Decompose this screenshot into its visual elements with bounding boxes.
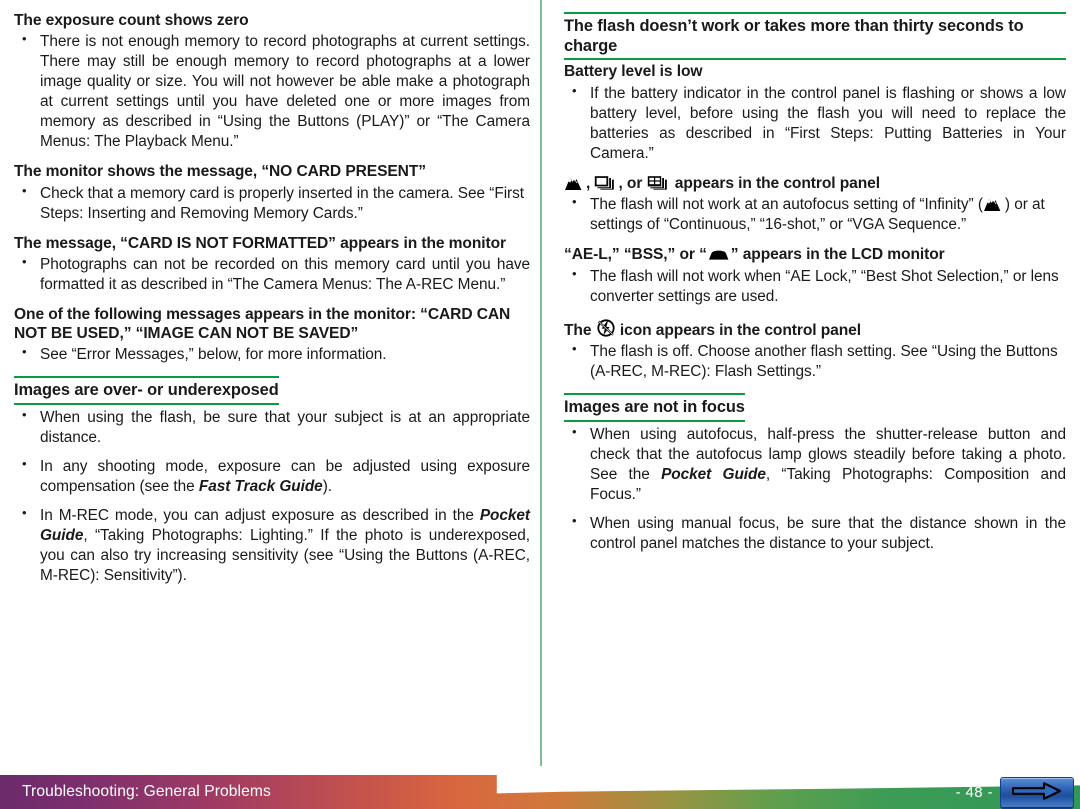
flash-off-icon [596,318,616,338]
bullet-text-post: ). [322,477,333,495]
bullet-list: There is not enough memory to record pho… [14,31,530,152]
lens-converter-icon [707,248,731,262]
bullet-list: The flash is off. Choose another flash s… [564,341,1066,382]
section-flash-off-icon: The icon appears in the control panel Th… [564,318,1066,382]
bullet-list: The flash will not work at an autofocus … [564,194,1066,235]
list-item: In any shooting mode, exposure can be ad… [14,456,530,497]
icon-heading-tail: appears in the control panel [670,174,880,192]
bullet-text-pre: The flash will not work at an autofocus … [590,196,983,214]
left-column: The exposure count shows zero There is n… [0,0,540,766]
list-item: In M-REC mode, you can adjust exposure a… [14,505,530,586]
section-ae-l-bss: “AE-L,” “BSS,” or “ ” appears in the LCD … [564,246,1066,306]
vga-sequence-icon [647,175,671,191]
list-item: The flash will not work when “AE Lock,” … [564,266,1066,307]
page-columns: The exposure count shows zero There is n… [0,0,1080,766]
right-column: The flash doesn’t work or takes more tha… [540,0,1080,766]
icon-heading-sep-2: , or [618,174,647,192]
list-item: The flash is off. Choose another flash s… [564,341,1066,382]
icon-heading-pre: The [564,321,596,339]
section-heading: Battery level is low [564,63,703,81]
section-heading: One of the following messages appears in… [14,306,511,342]
next-page-button[interactable] [1000,777,1074,809]
bullet-list: Photographs can not be recorded on this … [14,254,530,295]
bullet-list: The flash will not work when “AE Lock,” … [564,266,1066,307]
bullet-list: When using the flash, be sure that your … [14,407,530,586]
icon-heading-pre: “AE-L,” “BSS,” or “ [564,246,707,264]
list-item: When using manual focus, be sure that th… [564,513,1066,554]
bullet-list: If the battery indicator in the control … [564,83,1066,164]
list-item: See “Error Messages,” below, for more in… [14,344,530,365]
section-heading: The message, “CARD IS NOT FORMATTED” app… [14,234,507,252]
section-heading: The exposure count shows zero [14,12,249,29]
section-heading-icons: The icon appears in the control panel [564,318,1066,340]
section-battery-low: Battery level is low If the battery indi… [564,63,1066,163]
mountain-infinity-icon [564,176,586,191]
section-exposure-count-zero: The exposure count shows zero There is n… [14,12,530,152]
footer-title: Troubleshooting: General Problems [22,783,271,800]
manual-page: The exposure count shows zero There is n… [0,0,1080,809]
mountain-infinity-icon [983,197,1005,212]
list-item: Check that a memory card is properly ins… [14,183,530,224]
section-heading: The monitor shows the message, “NO CARD … [14,163,426,181]
section-heading-icons: , , or appears in the control panel [564,175,1066,193]
major-heading: Images are over- or underexposed [14,376,279,405]
list-item: Photographs can not be recorded on this … [14,254,530,295]
bullet-text-post: , “Taking Photographs: Lighting.” If the… [40,526,530,584]
major-heading-flash: The flash doesn’t work or takes more tha… [564,12,1066,61]
list-item: When using the flash, be sure that your … [14,407,530,448]
arrow-right-icon [1011,781,1063,806]
bullet-list: When using autofocus, half-press the shu… [564,424,1066,554]
page-number: - 48 - [955,784,993,801]
section-no-card-present: The monitor shows the message, “NO CARD … [14,163,530,223]
bullet-list: See “Error Messages,” below, for more in… [14,344,530,365]
section-heading-icons: “AE-L,” “BSS,” or “ ” appears in the LCD … [564,246,1066,264]
list-item: If the battery indicator in the control … [564,83,1066,164]
major-heading-focus: Images are not in focus [564,393,745,422]
guide-reference: Fast Track Guide [198,477,323,495]
section-images-not-in-focus: Images are not in focus When using autof… [564,393,1066,554]
section-card-not-formatted: The message, “CARD IS NOT FORMATTED” app… [14,235,530,295]
page-footer: Troubleshooting: General Problems - 48 - [0,766,1080,809]
section-card-not-used: One of the following messages appears in… [14,306,530,365]
bullet-text-pre: In M-REC mode, you can adjust exposure a… [40,506,480,524]
icon-heading-post: ” appears in the LCD monitor [730,246,945,264]
guide-reference: Pocket Guide [661,465,766,483]
section-over-underexposed: Images are over- or underexposed When us… [14,376,530,586]
continuous-shooting-icon [594,175,618,191]
list-item: When using autofocus, half-press the shu… [564,424,1066,505]
list-item: The flash will not work at an autofocus … [564,194,1066,235]
icon-heading-post: icon appears in the control panel [615,321,861,339]
section-focus-mode-icons: , , or appears in the control panel The … [564,175,1066,235]
list-item: There is not enough memory to record pho… [14,31,530,152]
bullet-list: Check that a memory card is properly ins… [14,183,530,224]
icon-heading-sep-1: , [586,174,595,192]
